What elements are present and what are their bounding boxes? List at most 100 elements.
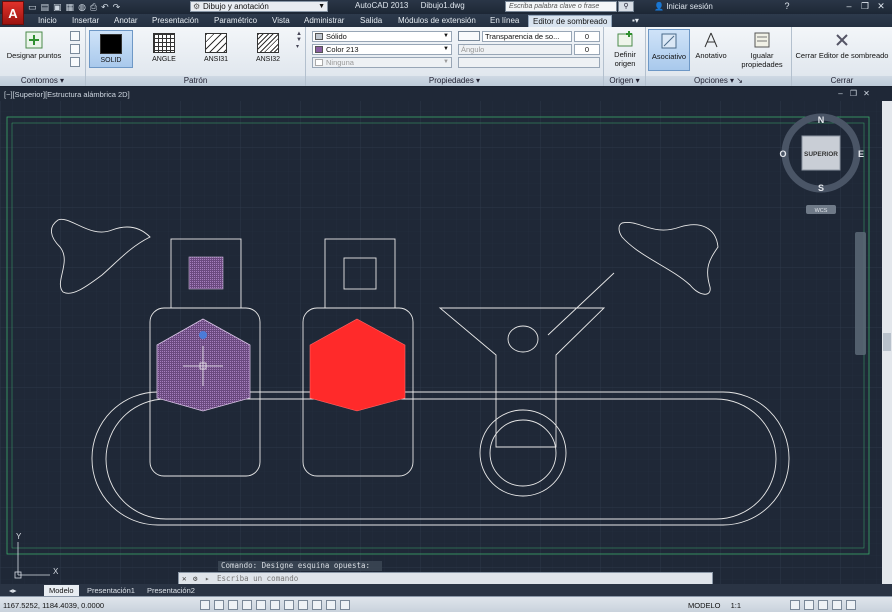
viewport-restore-icon[interactable]: ❐	[849, 89, 858, 98]
pattern-angle[interactable]: ANGLE	[142, 30, 186, 68]
tab-insertar[interactable]: Insertar	[68, 15, 103, 27]
print-icon[interactable]: ⎙	[90, 2, 97, 12]
osnap-icon[interactable]	[270, 600, 280, 610]
web-icon[interactable]: ◍	[78, 2, 86, 12]
help-icon[interactable]: ?	[780, 1, 794, 12]
pattern-scroll-icon[interactable]: ▲ ▼ ▾	[296, 31, 302, 50]
panel-label-patron: Patrón	[86, 76, 305, 86]
ansi32-pattern-icon	[257, 33, 279, 53]
panel-label-opciones[interactable]: Opciones ▾ ↘	[646, 76, 791, 86]
tab-parametrico[interactable]: Paramétrico	[210, 15, 261, 27]
viewcube-north[interactable]: N	[818, 115, 825, 125]
redo-icon[interactable]: ↷	[113, 2, 121, 12]
viewport-minimize-icon[interactable]: –	[836, 89, 845, 98]
anotativo-button[interactable]: Anotativo	[690, 31, 732, 60]
3dosnap-icon[interactable]	[284, 600, 294, 610]
pattern-ansi32[interactable]: ANSI32	[246, 30, 290, 68]
dyn-icon[interactable]	[326, 600, 336, 610]
viewport-close-icon[interactable]: ✕	[862, 89, 871, 98]
pattern-ansi31[interactable]: ANSI31	[194, 30, 238, 68]
viewcube-east[interactable]: E	[858, 149, 864, 159]
tab-presentacion1[interactable]: Presentación1	[82, 585, 140, 596]
coordinates-readout[interactable]: 1167.5252, 1184.4039, 0.0000	[3, 601, 104, 610]
layout-nav-icon[interactable]: ◂▸	[4, 585, 22, 596]
drawing-canvas[interactable]: Y X SUPERIOR N S E O WCS	[0, 87, 892, 584]
lock-icon[interactable]	[804, 600, 814, 610]
transparency-icon[interactable]	[458, 31, 480, 41]
hardware-acceleration-icon[interactable]	[818, 600, 828, 610]
igualar-propiedades-button[interactable]: Igualar propiedades	[736, 31, 788, 69]
clean-screen-icon[interactable]	[846, 600, 856, 610]
hatch-color-select[interactable]: Color 213 ▼	[312, 44, 452, 55]
panel-label-propiedades[interactable]: Propiedades ▾	[306, 76, 603, 86]
chevron-down-icon: ▼	[443, 59, 449, 65]
select-objects-icon[interactable]	[70, 31, 80, 41]
hatch-type-icon	[315, 33, 323, 40]
otrack-icon[interactable]	[298, 600, 308, 610]
angle-input[interactable]: 0	[574, 44, 600, 55]
associative-icon	[661, 33, 677, 49]
saveas-icon[interactable]: ▦	[66, 2, 75, 12]
tab-anotar[interactable]: Anotar	[110, 15, 142, 27]
hatch-grip-point[interactable]	[199, 331, 207, 339]
model-space-button[interactable]: MODELO	[688, 601, 721, 610]
tab-inicio[interactable]: Inicio	[34, 15, 61, 27]
sign-in-link[interactable]: 👤 Iniciar sesión	[654, 2, 713, 11]
ducs-icon[interactable]	[312, 600, 322, 610]
ribbon-tabs: Inicio Insertar Anotar Presentación Para…	[0, 14, 892, 27]
hatch-type-select[interactable]: Sólido ▼	[312, 31, 452, 42]
tab-vista[interactable]: Vista	[268, 15, 294, 27]
application-menu-button[interactable]: A	[2, 1, 24, 25]
cerrar-editor-button[interactable]: Cerrar Editor de sombreado	[794, 31, 890, 60]
viewcube-south[interactable]: S	[818, 183, 824, 193]
background-color-select[interactable]: Ninguna ▼	[312, 57, 452, 68]
polar-icon[interactable]	[256, 600, 266, 610]
remove-boundaries-icon[interactable]	[70, 44, 80, 54]
panel-label-contornos[interactable]: Contornos ▾	[0, 76, 85, 86]
save-icon[interactable]: ▣	[53, 2, 62, 12]
scale-slider[interactable]	[458, 57, 600, 68]
tab-modelo[interactable]: Modelo	[44, 585, 79, 596]
close-icon[interactable]: ✕	[874, 1, 888, 12]
ortho-icon[interactable]	[242, 600, 252, 610]
grid-icon[interactable]	[228, 600, 238, 610]
annotation-scale[interactable]: 1:1	[731, 601, 741, 610]
tab-en-linea[interactable]: En línea	[486, 15, 523, 27]
transparency-input[interactable]: 0	[574, 31, 600, 42]
search-icon[interactable]: ⚲	[618, 1, 634, 12]
maximize-icon[interactable]: ❐	[858, 1, 872, 12]
asociativo-button[interactable]: Asociativo	[648, 29, 690, 71]
panel-label-origen[interactable]: Origen ▾	[604, 76, 645, 86]
viewport-controls-label[interactable]: [−][Superior][Estructura alámbrica 2D]	[4, 90, 130, 99]
drawing-viewport[interactable]: Y X SUPERIOR N S E O WCS [−][Superior][E…	[0, 87, 892, 584]
tab-editor-sombreado[interactable]: Editor de sombreado	[528, 15, 613, 27]
lineweight-icon[interactable]	[340, 600, 350, 610]
workspace-dropdown[interactable]: ⚙ Dibujo y anotación ▼	[190, 1, 328, 12]
snap-icon[interactable]	[214, 600, 224, 610]
definir-origen-button[interactable]: Definir origen	[605, 30, 645, 68]
recreate-boundary-icon[interactable]	[70, 57, 80, 67]
new-icon[interactable]: ▭	[28, 2, 37, 12]
designar-puntos-button[interactable]: Designar puntos	[2, 31, 66, 60]
tab-overflow-icon[interactable]: ▪▾	[628, 15, 643, 27]
tab-modulos[interactable]: Módulos de extensión	[394, 15, 480, 27]
infer-constraints-icon[interactable]	[200, 600, 210, 610]
scrollbar-thumb[interactable]	[883, 333, 891, 351]
angle-label: Ángulo	[458, 44, 572, 55]
tab-salida[interactable]: Salida	[356, 15, 386, 27]
minimize-icon[interactable]: –	[842, 1, 856, 12]
tab-presentacion2[interactable]: Presentación2	[142, 585, 200, 596]
tab-administrar[interactable]: Administrar	[300, 15, 348, 27]
panel-contornos: Designar puntos Contornos ▾	[0, 27, 86, 86]
isolate-objects-icon[interactable]	[832, 600, 842, 610]
purple-square-hatch[interactable]	[188, 256, 224, 290]
pattern-solid[interactable]: SOLID	[89, 30, 133, 68]
open-icon[interactable]: ▤	[41, 2, 50, 12]
chevron-down-icon: ▼	[318, 3, 325, 10]
navigation-bar[interactable]	[855, 232, 866, 355]
undo-icon[interactable]: ↶	[101, 2, 109, 12]
search-input[interactable]: Escriba palabra clave o frase	[505, 1, 617, 12]
workspace-switch-icon[interactable]	[790, 600, 800, 610]
tab-presentacion[interactable]: Presentación	[148, 15, 203, 27]
viewcube-west[interactable]: O	[779, 149, 786, 159]
